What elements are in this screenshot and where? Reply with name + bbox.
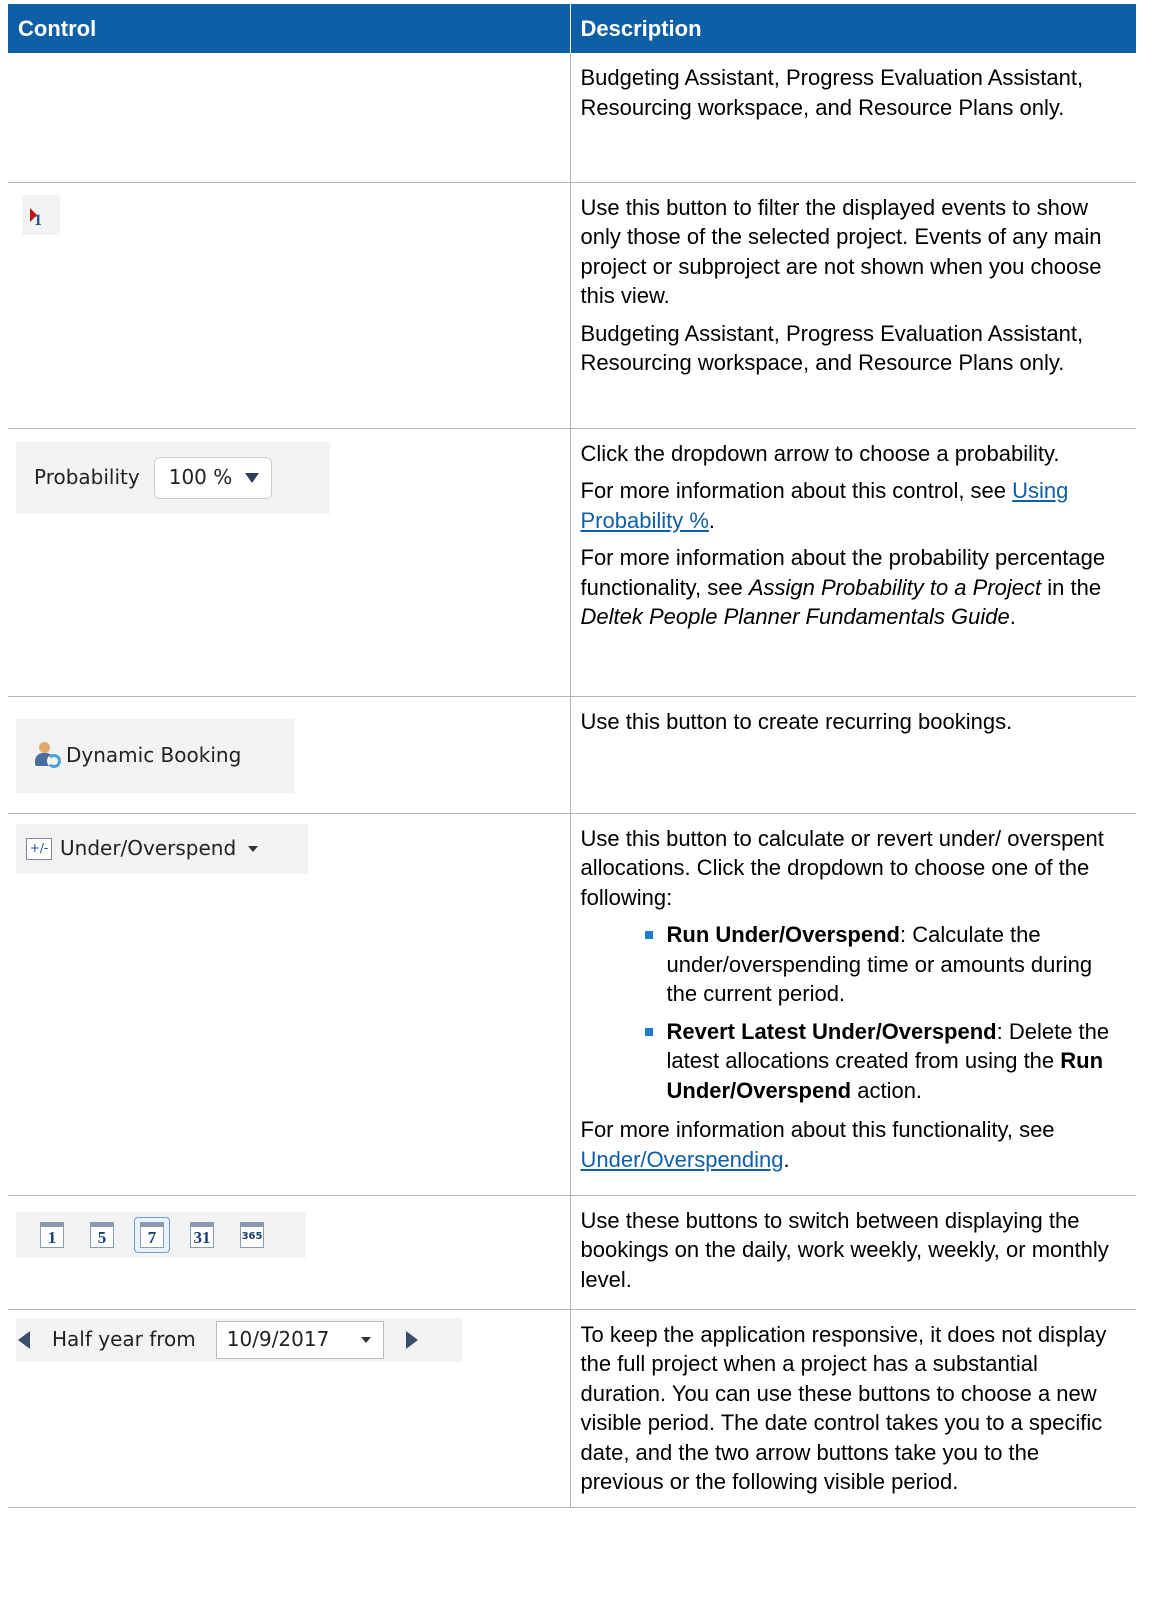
table-row: Half year from 10/9/2017 To keep the app…: [8, 1309, 1136, 1508]
description-cell: Use this button to create recurring book…: [570, 696, 1136, 814]
next-period-icon[interactable]: [405, 1330, 418, 1349]
calendar-day-icon: 1: [40, 1221, 64, 1248]
description-cell: Click the dropdown arrow to choose a pro…: [570, 428, 1136, 697]
control-cell: Half year from 10/9/2017: [8, 1309, 571, 1508]
description-note: Budgeting Assistant, Progress Evaluation…: [580, 320, 1084, 376]
dynamic-booking-button[interactable]: Dynamic Booking: [16, 718, 294, 793]
view-level-buttons: 1 5 7 31 365: [16, 1211, 306, 1258]
calendar-week-icon: 7: [140, 1221, 164, 1248]
option-description: action.: [851, 1077, 923, 1103]
month-view-button[interactable]: 31: [184, 1217, 220, 1253]
period-label: Half year from: [52, 1326, 196, 1351]
text-segment: For more information about this function…: [580, 1117, 1055, 1142]
description-text: Budgeting Assistant, Progress Evaluation…: [580, 65, 1084, 120]
period-navigation: Half year from 10/9/2017: [16, 1317, 462, 1362]
text-segment: .: [708, 507, 716, 533]
description-reference: For more information about the probabili…: [581, 543, 1129, 632]
daily-view-button[interactable]: 1: [34, 1217, 70, 1253]
period-date-value: 10/9/2017: [226, 1326, 330, 1351]
table-row: Dynamic Booking Use this button to creat…: [8, 696, 1136, 814]
under-overspend-label: Under/Overspend: [60, 835, 237, 860]
description-text: Click the dropdown arrow to choose a pro…: [580, 440, 1060, 466]
previous-period-icon[interactable]: [18, 1330, 30, 1349]
table-row: 1 5 7 31 365 Use these buttons to switch…: [8, 1195, 1136, 1310]
options-list: Run Under/Overspend: Calculate the under…: [581, 920, 1129, 1105]
table-row: 1 Use this button to filter the displaye…: [8, 182, 1136, 429]
description-text: To keep the application responsive, it d…: [580, 1321, 1107, 1495]
guide-title: Deltek People Planner Fundamentals Guide: [580, 604, 1010, 629]
description-text: Use this button to create recurring book…: [580, 708, 1013, 734]
control-cell: 1: [8, 182, 571, 429]
option-name: Run Under/Overspend: [666, 922, 900, 947]
calendar-year-icon: 365: [240, 1221, 264, 1248]
chevron-down-icon[interactable]: [248, 845, 259, 852]
control-cell: +/- Under/Overspend: [8, 813, 571, 1196]
calendar-month-icon: 31: [190, 1221, 214, 1248]
controls-table: Control Description Budgeting Assistant,…: [8, 4, 1136, 1508]
control-cell: [8, 53, 571, 183]
work-week-view-button[interactable]: 5: [84, 1217, 120, 1253]
list-item: Run Under/Overspend: Calculate the under…: [644, 920, 1129, 1009]
header-description: Description: [570, 4, 1136, 53]
chevron-down-icon[interactable]: [360, 1336, 371, 1343]
plus-minus-icon: +/-: [26, 837, 52, 860]
table-row: Budgeting Assistant, Progress Evaluation…: [8, 53, 1136, 183]
under-overspending-link[interactable]: Under/Overspending: [581, 1147, 784, 1172]
description-cell: Budgeting Assistant, Progress Evaluation…: [570, 53, 1136, 183]
option-name: Revert Latest Under/Overspend: [666, 1018, 997, 1044]
table-header-row: Control Description: [8, 4, 1136, 53]
probability-value: 100 %: [168, 464, 233, 489]
probability-dropdown[interactable]: 100 %: [153, 456, 272, 499]
control-cell: 1 5 7 31 365: [8, 1195, 571, 1310]
header-control: Control: [8, 4, 571, 53]
description-cell: To keep the application responsive, it d…: [570, 1309, 1136, 1508]
text-segment: .: [1009, 604, 1016, 629]
table-row: Probability 100 % Click the dropdown arr…: [8, 428, 1136, 697]
filter-selected-project-icon[interactable]: 1: [22, 194, 60, 235]
filter-icon-label: 1: [34, 211, 42, 229]
description-text-link: For more information about this control,…: [581, 476, 1129, 535]
list-item: Revert Latest Under/Overspend: Delete th…: [644, 1017, 1129, 1106]
person-recurring-icon: [32, 741, 62, 771]
text-segment: in the: [1041, 574, 1102, 600]
dynamic-booking-label: Dynamic Booking: [66, 742, 242, 767]
description-text: Use this button to filter the displayed …: [580, 194, 1102, 309]
description-text: Use these buttons to switch between disp…: [580, 1207, 1109, 1292]
text-segment: For more information about this control,…: [580, 478, 1013, 503]
table-row: +/- Under/Overspend Use this button to c…: [8, 813, 1136, 1196]
probability-control: Probability 100 %: [16, 441, 330, 514]
control-cell: Probability 100 %: [8, 428, 571, 697]
reference-title: Assign Probability to a Project: [748, 574, 1042, 600]
dropdown-arrow-icon[interactable]: [244, 472, 259, 483]
period-date-picker[interactable]: 10/9/2017: [215, 1320, 384, 1359]
week-view-button[interactable]: 7: [134, 1216, 170, 1253]
description-text-link: For more information about this function…: [581, 1115, 1129, 1174]
description-cell: Use this button to filter the displayed …: [570, 182, 1136, 429]
control-cell: Dynamic Booking: [8, 696, 571, 814]
probability-label: Probability: [34, 464, 140, 489]
description-text: Use this button to calculate or revert u…: [580, 825, 1104, 910]
description-cell: Use this button to calculate or revert u…: [570, 813, 1136, 1196]
year-view-button[interactable]: 365: [234, 1217, 270, 1253]
text-segment: .: [783, 1146, 790, 1172]
under-overspend-button[interactable]: +/- Under/Overspend: [16, 823, 308, 874]
description-cell: Use these buttons to switch between disp…: [570, 1195, 1136, 1310]
calendar-work-week-icon: 5: [90, 1221, 114, 1248]
